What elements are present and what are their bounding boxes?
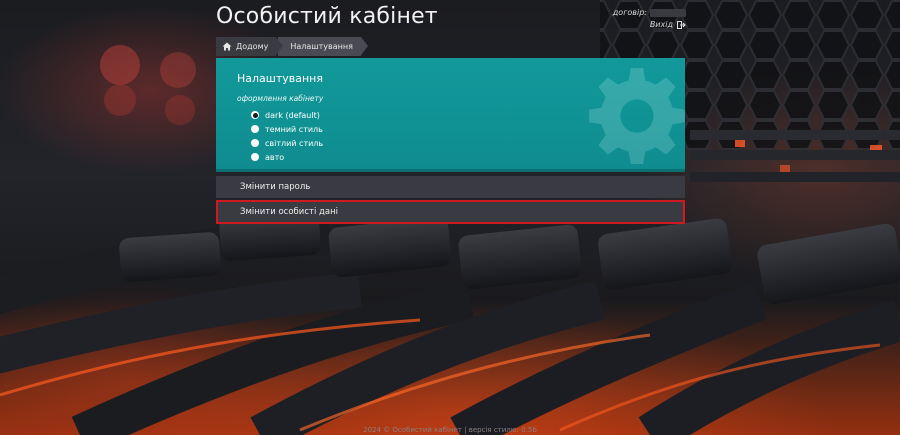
settings-panel: Налаштування оформлення кабінету dark (d… xyxy=(216,58,685,172)
theme-option-light[interactable]: світлий стиль xyxy=(251,136,323,150)
radio-light[interactable] xyxy=(251,139,259,147)
radio-dark-default[interactable] xyxy=(251,111,259,119)
theme-option-dark[interactable]: темний стиль xyxy=(251,122,323,136)
change-personal-data-button[interactable]: Змінити особисті дані xyxy=(216,200,685,224)
theme-option-label[interactable]: темний стиль xyxy=(265,125,323,134)
radio-auto[interactable] xyxy=(251,153,259,161)
contract-number xyxy=(650,8,686,17)
breadcrumb-current: Налаштування xyxy=(278,37,368,56)
breadcrumb-current-label: Налаштування xyxy=(290,42,353,51)
breadcrumb-home-label[interactable]: Додому xyxy=(236,42,268,51)
logout-icon[interactable] xyxy=(677,20,686,29)
logout-label[interactable]: Вихід xyxy=(650,20,673,29)
change-password-label[interactable]: Змінити пароль xyxy=(240,182,310,192)
home-icon[interactable] xyxy=(222,42,232,51)
contract-label: договір: xyxy=(612,8,647,17)
radio-dark[interactable] xyxy=(251,125,259,133)
theme-option-label[interactable]: світлий стиль xyxy=(265,139,323,148)
theme-option-label[interactable]: dark (default) xyxy=(265,111,320,120)
footer: 2024 © Особистий кабінет | версія стилю:… xyxy=(363,426,537,434)
theme-option-dark-default[interactable]: dark (default) xyxy=(251,108,323,122)
gear-icon xyxy=(589,68,685,164)
theme-radio-group: dark (default) темний стиль світлий стил… xyxy=(251,108,323,164)
theme-option-label[interactable]: авто xyxy=(265,153,284,162)
logout-link[interactable]: Вихід xyxy=(613,20,686,29)
breadcrumb: Додому Налаштування xyxy=(216,37,368,56)
breadcrumb-home[interactable]: Додому xyxy=(216,37,284,56)
change-personal-data-label[interactable]: Змінити особисті дані xyxy=(240,207,338,217)
contract-row: договір: xyxy=(613,8,686,17)
change-password-button[interactable]: Змінити пароль xyxy=(216,176,685,198)
settings-title: Налаштування xyxy=(237,72,323,85)
site-title: Особистий кабінет xyxy=(216,4,438,29)
account-box: договір: Вихід xyxy=(613,8,686,29)
theme-label: оформлення кабінету xyxy=(237,94,324,103)
theme-option-auto[interactable]: авто xyxy=(251,150,323,164)
